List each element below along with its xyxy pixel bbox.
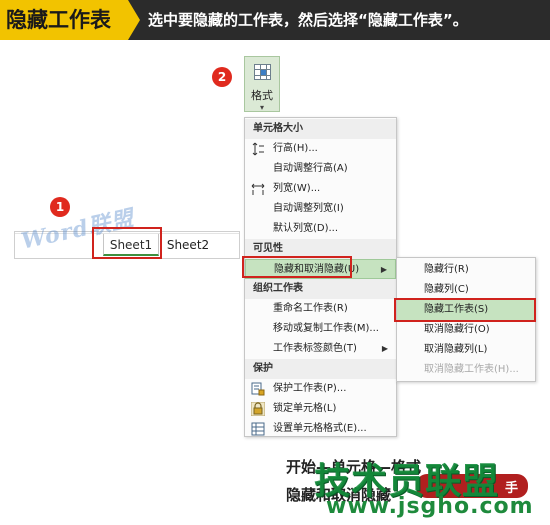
step-1-marker: 1 — [50, 197, 70, 217]
submenu-item-hide-columns[interactable]: 隐藏列(C) — [397, 280, 535, 300]
menu-item-tab-color[interactable]: 工作表标签颜色(T) ▶ — [245, 339, 396, 359]
menu-item-move-copy-sheet[interactable]: 移动或复制工作表(M)... — [245, 319, 396, 339]
chevron-right-icon: ▶ — [381, 344, 388, 353]
chevron-right-icon: ▶ — [380, 265, 387, 274]
menu-section-cell-size: 单元格大小 — [245, 119, 396, 139]
menu-item-lock-cell[interactable]: 锁定单元格(L) — [245, 399, 396, 419]
menu-label: 列宽(W)... — [273, 183, 321, 194]
format-cells-icon — [251, 422, 265, 436]
menu-item-format-cells[interactable]: 设置单元格格式(E)... — [245, 419, 396, 439]
menu-label: 重命名工作表(R) — [273, 303, 348, 314]
submenu-item-unhide-rows[interactable]: 取消隐藏行(O) — [397, 320, 535, 340]
sheet-tab-sheet2[interactable]: Sheet2 — [163, 234, 213, 256]
menu-item-protect-sheet[interactable]: 保护工作表(P)... — [245, 379, 396, 399]
menu-label: 自动调整列宽(I) — [273, 203, 344, 214]
banner-arrow-shape — [128, 0, 140, 40]
row-height-icon — [252, 142, 264, 156]
submenu-item-unhide-columns[interactable]: 取消隐藏列(L) — [397, 340, 535, 360]
format-button-label: 格式 — [251, 89, 273, 102]
menu-label: 设置单元格格式(E)... — [273, 423, 367, 434]
header-banner: 隐藏工作表 选中要隐藏的工作表，然后选择“隐藏工作表”。 — [0, 0, 550, 40]
menu-item-rename-sheet[interactable]: 重命名工作表(R) — [245, 299, 396, 319]
sheet1-highlight-box — [92, 227, 162, 259]
menu-label: 默认列宽(D)... — [273, 223, 339, 234]
submenu-item-hide-rows[interactable]: 隐藏行(R) — [397, 260, 535, 280]
banner-title: 隐藏工作表 — [0, 0, 128, 40]
protect-sheet-icon — [251, 382, 265, 396]
format-button[interactable]: 格式 ▾ — [244, 56, 280, 112]
brand-url: www.jsgho.com — [326, 494, 534, 519]
banner-description: 选中要隐藏的工作表，然后选择“隐藏工作表”。 — [148, 11, 468, 29]
menu-label: 自动调整行高(A) — [273, 163, 348, 174]
menu-label: 行高(H)... — [273, 143, 318, 154]
format-grid-icon — [254, 64, 271, 80]
menu-item-autofit-row[interactable]: 自动调整行高(A) — [245, 159, 396, 179]
menu-item-row-height[interactable]: 行高(H)... — [245, 139, 396, 159]
menu-label: 保护工作表(P)... — [273, 383, 347, 394]
step-2-marker: 2 — [212, 67, 232, 87]
menu-label: 工作表标签颜色(T) — [273, 343, 357, 354]
submenu-item-unhide-sheet: 取消隐藏工作表(H)... — [424, 364, 519, 375]
menu-item-default-width[interactable]: 默认列宽(D)... — [245, 219, 396, 239]
menu-label: 锁定单元格(L) — [273, 403, 337, 414]
menu-item-column-width[interactable]: 列宽(W)... — [245, 179, 396, 199]
menu-section-protection: 保护 — [245, 359, 396, 379]
menu-label: 移动或复制工作表(M)... — [273, 323, 379, 334]
chevron-down-icon: ▾ — [260, 103, 265, 112]
menu-item-autofit-column[interactable]: 自动调整列宽(I) — [245, 199, 396, 219]
column-width-icon — [251, 183, 265, 195]
hide-unhide-highlight-box — [242, 256, 352, 278]
lock-icon — [251, 402, 265, 416]
hide-sheet-highlight-box — [394, 298, 536, 322]
menu-section-organize: 组织工作表 — [245, 279, 396, 299]
